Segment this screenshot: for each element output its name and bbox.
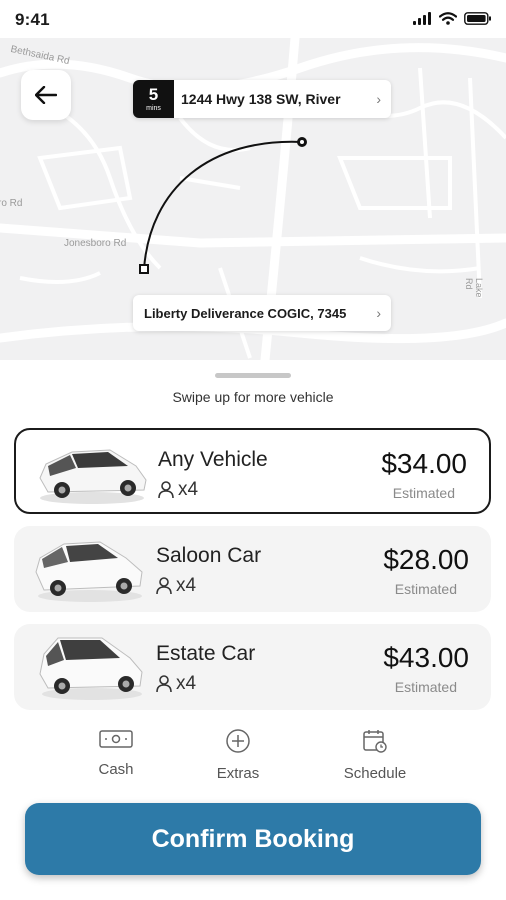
chevron-right-icon: ›: [376, 91, 381, 107]
signal-icon: [413, 12, 431, 25]
vehicle-card-saloon[interactable]: Saloon Car x4 $28.00 Estimated: [14, 526, 491, 612]
vehicle-price: $34.00: [381, 448, 467, 479]
schedule-label: Schedule: [343, 765, 407, 782]
sheet-drag-handle[interactable]: [215, 373, 291, 378]
vehicle-seats: x4: [156, 673, 196, 695]
wifi-icon: [439, 12, 457, 25]
vehicle-price: $43.00: [383, 642, 469, 673]
status-time: 9:41: [15, 10, 50, 29]
plus-circle-icon: [226, 729, 250, 753]
schedule-option[interactable]: Schedule: [315, 728, 435, 782]
extras-option[interactable]: Extras: [178, 728, 298, 782]
status-icons: [413, 12, 492, 25]
seat-count: x4: [176, 673, 197, 694]
price-estimated-label: Estimated: [394, 679, 457, 695]
seat-count: x4: [178, 479, 199, 500]
person-icon: [156, 577, 172, 595]
chevron-right-icon: ›: [376, 305, 381, 321]
calendar-clock-icon: [363, 730, 387, 753]
vehicle-name: Estate Car: [156, 642, 256, 665]
road-label-jonesboro: Jonesboro Rd: [64, 238, 127, 249]
origin-chip[interactable]: Liberty Deliverance COGIC, 7345 ›: [133, 295, 391, 331]
swipe-hint: Swipe up for more vehicle: [172, 389, 334, 405]
vehicle-name: Saloon Car: [156, 544, 262, 567]
vehicle-seats: x4: [158, 479, 198, 501]
vehicle-card-any[interactable]: Any Vehicle x4 $34.00 Estimated: [14, 428, 491, 514]
battery-icon: [464, 12, 491, 25]
vehicle-name: Any Vehicle: [158, 448, 268, 471]
confirm-booking-button[interactable]: Confirm Booking: [25, 803, 481, 875]
person-icon: [156, 675, 172, 693]
person-icon: [158, 481, 174, 499]
sedan-car-icon: [39, 449, 147, 504]
eta-badge: 5 mins: [133, 80, 174, 118]
seat-count: x4: [176, 575, 197, 596]
road-label-lake: Lake Rd: [464, 278, 484, 298]
extras-label: Extras: [216, 765, 260, 782]
eta-value: 5: [148, 85, 159, 104]
saloon-car-icon: [35, 541, 143, 602]
price-estimated-label: Estimated: [392, 485, 455, 501]
back-button[interactable]: [21, 70, 71, 120]
eta-unit: mins: [146, 105, 161, 112]
vehicle-seats: x4: [156, 575, 196, 597]
payment-cash-option[interactable]: Cash: [56, 728, 176, 778]
destination-chip[interactable]: 5 mins 1244 Hwy 138 SW, River ›: [133, 80, 391, 118]
price-estimated-label: Estimated: [394, 581, 457, 597]
route-map[interactable]: Bethsaida Rd ro Rd Jonesboro Rd Lake Rd …: [0, 38, 506, 360]
status-bar: 9:41: [0, 0, 506, 38]
cash-icon: [99, 730, 133, 748]
estate-car-icon: [39, 637, 143, 700]
cash-label: Cash: [98, 761, 134, 778]
vehicle-price: $28.00: [383, 544, 469, 575]
origin-address: Liberty Deliverance COGIC, 7345: [144, 305, 347, 321]
destination-address: 1244 Hwy 138 SW, River: [181, 91, 341, 107]
arrow-left-icon: [35, 86, 57, 104]
vehicle-card-estate[interactable]: Estate Car x4 $43.00 Estimated: [14, 624, 491, 710]
road-label-partial: ro Rd: [0, 198, 23, 209]
